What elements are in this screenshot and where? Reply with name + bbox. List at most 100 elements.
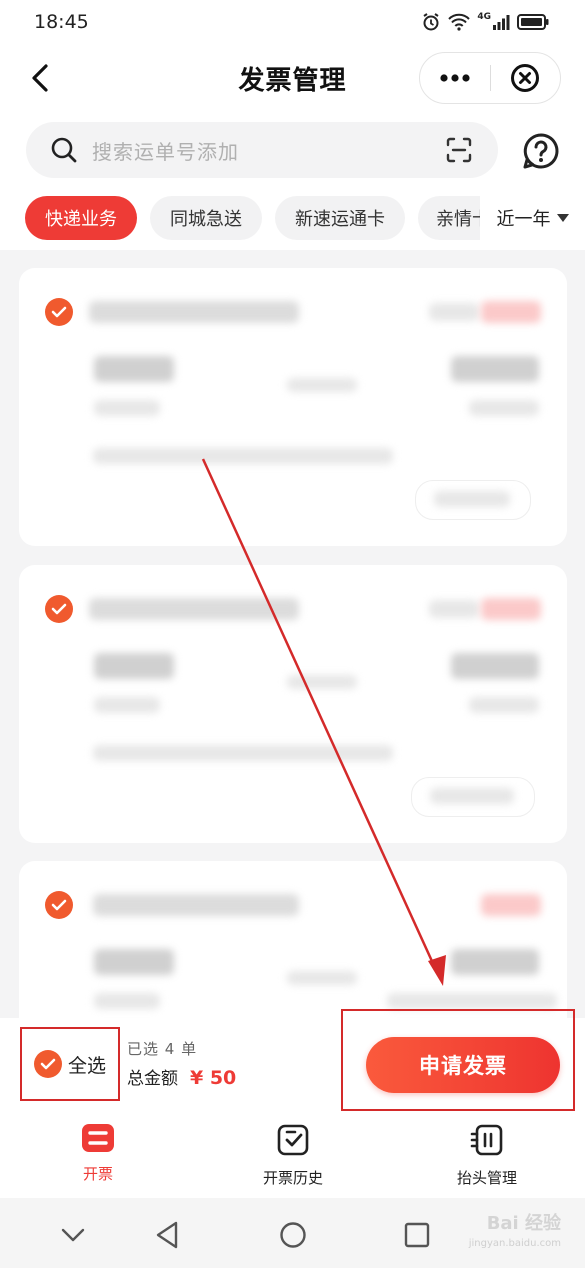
alarm-icon xyxy=(423,13,439,31)
watermark-sub: jingyan.baidu.com xyxy=(468,1238,561,1249)
status-time: 18:45 xyxy=(34,11,89,33)
order-checkbox[interactable] xyxy=(45,595,73,623)
order-status-blurred xyxy=(481,301,541,323)
select-all-toggle[interactable]: 全选 xyxy=(20,1027,120,1101)
order-checkbox[interactable] xyxy=(45,891,73,919)
watermark-main: Bai 经验 xyxy=(486,1213,561,1234)
tab-family-card-label: 亲情卡 xyxy=(436,209,480,230)
receiver-name-blurred xyxy=(469,400,539,416)
system-collapse-button[interactable] xyxy=(58,1220,88,1250)
help-icon xyxy=(523,133,559,169)
order-number-blurred xyxy=(89,598,299,620)
tab-same-city[interactable]: 同城急送 xyxy=(150,196,262,240)
system-nav-bar: Bai 经验 jingyan.baidu.com xyxy=(0,1198,585,1268)
checkmark-icon xyxy=(51,899,67,911)
order-date-blurred xyxy=(429,600,479,618)
scan-button[interactable] xyxy=(446,137,472,167)
checkmark-icon xyxy=(51,306,67,318)
sender-city-blurred xyxy=(94,653,174,679)
tab-family-card[interactable]: 亲情卡 xyxy=(418,196,480,240)
close-circle-icon xyxy=(511,64,540,92)
order-list xyxy=(0,250,585,1018)
order-card[interactable] xyxy=(19,861,567,1018)
tab-express[interactable]: 快递业务 xyxy=(25,196,137,240)
receiver-city-blurred xyxy=(451,356,539,382)
close-button[interactable] xyxy=(491,52,561,104)
order-status-blurred xyxy=(481,894,541,916)
sender-name-blurred xyxy=(94,993,160,1009)
battery-icon xyxy=(517,14,549,30)
mini-program-capsule xyxy=(419,52,561,104)
sender-name-blurred xyxy=(94,400,160,416)
network-label: 4G xyxy=(477,12,491,22)
tab-bar-header-manage[interactable]: 抬头管理 xyxy=(407,1123,567,1188)
select-all-label: 全选 xyxy=(67,1054,106,1077)
more-dots-icon xyxy=(440,74,470,82)
tab-bar-header-manage-label: 抬头管理 xyxy=(456,1169,517,1187)
status-icons: 4G xyxy=(421,12,549,32)
total-label: 总金额 xyxy=(127,1069,178,1089)
order-amount-pill xyxy=(415,480,531,520)
receiver-name-blurred xyxy=(387,993,557,1009)
search-box[interactable]: 搜索运单号添加 xyxy=(26,122,498,178)
date-filter[interactable]: 近一年 xyxy=(480,196,585,240)
system-home-button[interactable] xyxy=(278,1220,308,1250)
search-icon xyxy=(51,137,77,163)
watermark: Bai 经验 jingyan.baidu.com xyxy=(469,1214,561,1254)
history-icon xyxy=(277,1124,309,1156)
tab-bar-invoice-label: 开票 xyxy=(82,1165,113,1183)
triangle-back-icon xyxy=(156,1221,178,1249)
tab-bar-history-label: 开票历史 xyxy=(262,1169,323,1187)
order-number-blurred xyxy=(89,301,299,323)
bottom-action-bar: 全选 已选 4 单 总金额 ¥ 50 申请发票 xyxy=(0,1009,585,1113)
order-date-blurred xyxy=(429,303,479,321)
scan-icon xyxy=(446,137,472,163)
tab-bar-invoice[interactable]: 开票 xyxy=(18,1123,178,1184)
square-recents-icon xyxy=(404,1222,430,1248)
sender-city-blurred xyxy=(94,949,174,975)
sender-city-blurred xyxy=(94,356,174,382)
date-filter-label: 近一年 xyxy=(496,209,551,230)
nav-bar: 发票管理 xyxy=(0,44,585,114)
system-recents-button[interactable] xyxy=(402,1220,432,1250)
invoice-icon xyxy=(82,1124,114,1152)
order-status-blurred xyxy=(481,598,541,620)
help-button[interactable] xyxy=(520,130,562,172)
total-amount: ¥ 50 xyxy=(190,1067,237,1089)
checkmark-icon xyxy=(51,603,67,615)
transit-line-blurred xyxy=(287,971,357,985)
order-checkbox[interactable] xyxy=(45,298,73,326)
transit-line-blurred xyxy=(287,675,357,689)
chevron-down-icon xyxy=(61,1228,85,1242)
order-card[interactable] xyxy=(19,565,567,843)
transit-line-blurred xyxy=(287,378,357,392)
tab-bar-history[interactable]: 开票历史 xyxy=(213,1123,373,1188)
sender-name-blurred xyxy=(94,697,160,713)
header-manage-icon xyxy=(470,1124,503,1156)
circle-home-icon xyxy=(280,1222,306,1248)
receiver-city-blurred xyxy=(451,653,539,679)
receiver-name-blurred xyxy=(469,697,539,713)
selected-count: 已选 4 单 xyxy=(127,1040,198,1058)
more-button[interactable] xyxy=(420,52,490,104)
caret-down-icon xyxy=(556,214,569,222)
order-amount-pill xyxy=(411,777,535,817)
order-card[interactable] xyxy=(19,268,567,546)
system-back-button[interactable] xyxy=(152,1220,182,1250)
order-detail-blurred xyxy=(93,745,393,761)
search-input[interactable]: 搜索运单号添加 xyxy=(92,136,239,165)
checkmark-icon xyxy=(40,1058,56,1070)
category-tabs: 快递业务 同城急送 新速运通卡 亲情卡 近一年 xyxy=(0,196,585,242)
status-bar: 18:45 4G xyxy=(0,0,585,44)
apply-invoice-button[interactable]: 申请发票 xyxy=(366,1037,560,1093)
total-row: 总金额 ¥ 50 xyxy=(127,1064,236,1089)
order-detail-blurred xyxy=(93,448,393,464)
wifi-icon xyxy=(448,13,471,31)
select-all-checkbox[interactable] xyxy=(33,1050,62,1078)
tab-bar: 开票 开票历史 抬头管理 xyxy=(0,1113,585,1198)
tab-speed-card[interactable]: 新速运通卡 xyxy=(275,196,405,240)
order-number-blurred xyxy=(93,894,299,916)
signal-icon xyxy=(493,15,510,30)
receiver-city-blurred xyxy=(451,949,539,975)
order-amount-blurred xyxy=(430,788,514,804)
